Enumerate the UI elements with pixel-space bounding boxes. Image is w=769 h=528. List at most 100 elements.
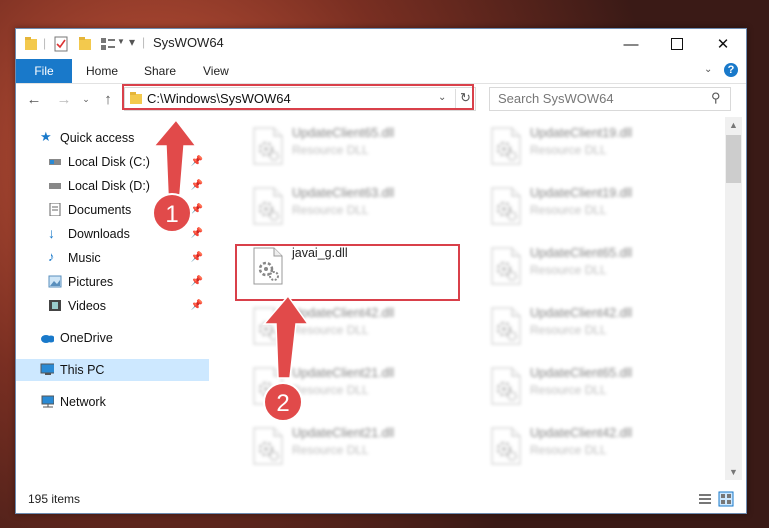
file-type: Resource DLL <box>530 383 607 397</box>
pin-icon[interactable]: 📌 <box>191 276 203 287</box>
documents-icon <box>49 203 61 216</box>
dll-file-icon <box>490 127 522 165</box>
sidebar-item-documents[interactable]: Documents 📌 <box>16 199 209 221</box>
pin-icon[interactable]: 📌 <box>191 180 203 191</box>
computer-icon <box>40 363 54 375</box>
new-folder-icon[interactable] <box>78 36 92 52</box>
sidebar-item-this-pc[interactable]: This PC <box>16 359 209 381</box>
file-name: UpdateClient21.dll <box>292 366 395 380</box>
sidebar-item-label: Pictures <box>68 275 114 289</box>
file-item[interactable]: UpdateClient65.dll Resource DLL <box>242 121 472 173</box>
sidebar-item-network[interactable]: Network <box>16 391 209 413</box>
music-icon: ♪ <box>48 249 55 264</box>
customize-qa-icon[interactable]: ▾ <box>129 35 135 49</box>
recent-locations-button[interactable]: ⌄ <box>76 89 96 109</box>
file-name: UpdateClient65.dll <box>292 126 395 140</box>
sidebar-item-label: Quick access <box>60 131 135 145</box>
sidebar-item-local-disk-d[interactable]: Local Disk (D:) 📌 <box>16 175 209 197</box>
pin-icon[interactable]: 📌 <box>191 228 203 239</box>
star-icon: ★ <box>40 129 52 144</box>
file-item[interactable]: UpdateClient42.dll Resource DLL <box>242 301 472 353</box>
file-type: Resource DLL <box>292 143 369 157</box>
sidebar-item-music[interactable]: ♪ Music 📌 <box>16 247 209 269</box>
file-item[interactable]: UpdateClient19.dll Resource DLL <box>480 121 710 173</box>
arrow-up-icon: ↑ <box>104 90 112 108</box>
chevron-down-icon[interactable]: ▼ <box>117 37 125 46</box>
sidebar-item-label: Documents <box>68 203 132 217</box>
tab-share[interactable]: Share <box>144 64 176 78</box>
minimize-button[interactable]: — <box>608 29 654 59</box>
address-highlight-box <box>122 84 474 110</box>
sidebar-item-pictures[interactable]: Pictures 📌 <box>16 271 209 293</box>
dll-file-icon <box>490 307 522 345</box>
dll-file-icon <box>252 187 284 225</box>
file-name: UpdateClient19.dll <box>530 186 633 200</box>
sidebar-item-onedrive[interactable]: OneDrive <box>16 327 209 349</box>
file-name: UpdateClient65.dll <box>530 366 633 380</box>
scroll-up-icon[interactable]: ▲ <box>725 117 742 133</box>
file-name: UpdateClient63.dll <box>292 186 395 200</box>
search-box[interactable]: Search SysWOW64 ⚲ <box>489 87 731 111</box>
properties-icon[interactable] <box>54 36 68 52</box>
file-item[interactable]: UpdateClient21.dll Resource DLL <box>242 421 472 473</box>
navigation-pane: ★ Quick access Local Disk (C:) 📌 Local D… <box>16 117 209 480</box>
file-type: Resource DLL <box>530 263 607 277</box>
arrow-left-icon: ← <box>26 90 42 108</box>
pin-icon[interactable]: 📌 <box>191 204 203 215</box>
dll-file-icon <box>490 367 522 405</box>
explorer-window: | ▼ ▾ | SysWOW64 — ✕ File Home Share Vie… <box>15 28 747 514</box>
sidebar-item-label: This PC <box>60 363 105 377</box>
tab-home[interactable]: Home <box>86 64 118 78</box>
file-type: Resource DLL <box>292 323 369 337</box>
sidebar-item-videos[interactable]: Videos 📌 <box>16 295 209 317</box>
file-name: UpdateClient42.dll <box>530 426 633 440</box>
cloud-icon <box>41 335 54 343</box>
back-button[interactable]: ← <box>24 89 44 109</box>
view-options-icon[interactable] <box>100 36 116 52</box>
tab-file[interactable]: File <box>16 59 72 83</box>
dll-file-icon <box>252 307 284 345</box>
network-icon <box>41 395 54 408</box>
sidebar-item-label: Videos <box>68 299 106 313</box>
file-name: UpdateClient65.dll <box>530 246 633 260</box>
file-name: UpdateClient42.dll <box>530 306 633 320</box>
dll-file-icon <box>490 187 522 225</box>
forward-button[interactable]: → <box>54 89 74 109</box>
sidebar-item-quick-access[interactable]: ★ Quick access <box>16 127 209 149</box>
pin-icon[interactable]: 📌 <box>191 156 203 167</box>
file-item[interactable]: UpdateClient42.dll Resource DLL <box>480 421 710 473</box>
search-input[interactable]: Search SysWOW64 <box>498 91 614 106</box>
file-item[interactable]: UpdateClient63.dll Resource DLL <box>242 181 472 233</box>
sidebar-item-label: Local Disk (C:) <box>68 155 150 169</box>
pin-icon[interactable]: 📌 <box>191 252 203 263</box>
pin-icon[interactable]: 📌 <box>191 300 203 311</box>
file-item[interactable]: UpdateClient21.dll Resource DLL <box>242 361 472 413</box>
sidebar-item-downloads[interactable]: ↓ Downloads 📌 <box>16 223 209 245</box>
status-bar: 195 items <box>16 487 746 511</box>
file-type: Resource DLL <box>292 203 369 217</box>
tab-view[interactable]: View <box>203 64 229 78</box>
close-button[interactable]: ✕ <box>700 29 746 59</box>
sidebar-item-label: Downloads <box>68 227 130 241</box>
details-view-icon[interactable] <box>698 492 712 506</box>
sidebar-item-label: Network <box>60 395 106 409</box>
scroll-down-icon[interactable]: ▼ <box>725 464 742 480</box>
file-item[interactable]: UpdateClient65.dll Resource DLL <box>480 361 710 413</box>
file-name: UpdateClient21.dll <box>292 426 395 440</box>
file-item[interactable]: UpdateClient65.dll Resource DLL <box>480 241 710 293</box>
file-item[interactable]: UpdateClient19.dll Resource DLL <box>480 181 710 233</box>
download-icon: ↓ <box>48 225 55 241</box>
file-item[interactable]: UpdateClient42.dll Resource DLL <box>480 301 710 353</box>
help-icon[interactable]: ? <box>724 63 738 77</box>
chevron-down-icon: ⌄ <box>82 93 90 104</box>
file-type: Resource DLL <box>292 443 369 457</box>
large-icons-view-icon[interactable] <box>718 491 734 507</box>
scroll-thumb[interactable] <box>726 135 741 183</box>
expand-ribbon-icon[interactable]: ⌄ <box>704 64 712 75</box>
maximize-button[interactable] <box>654 29 700 59</box>
sidebar-item-local-disk-c[interactable]: Local Disk (C:) 📌 <box>16 151 209 173</box>
dll-file-icon <box>252 427 284 465</box>
up-button[interactable]: ↑ <box>98 89 118 109</box>
title-bar: | ▼ ▾ | SysWOW64 — ✕ <box>16 29 746 59</box>
vertical-scrollbar[interactable]: ▲ ▼ <box>725 117 742 480</box>
